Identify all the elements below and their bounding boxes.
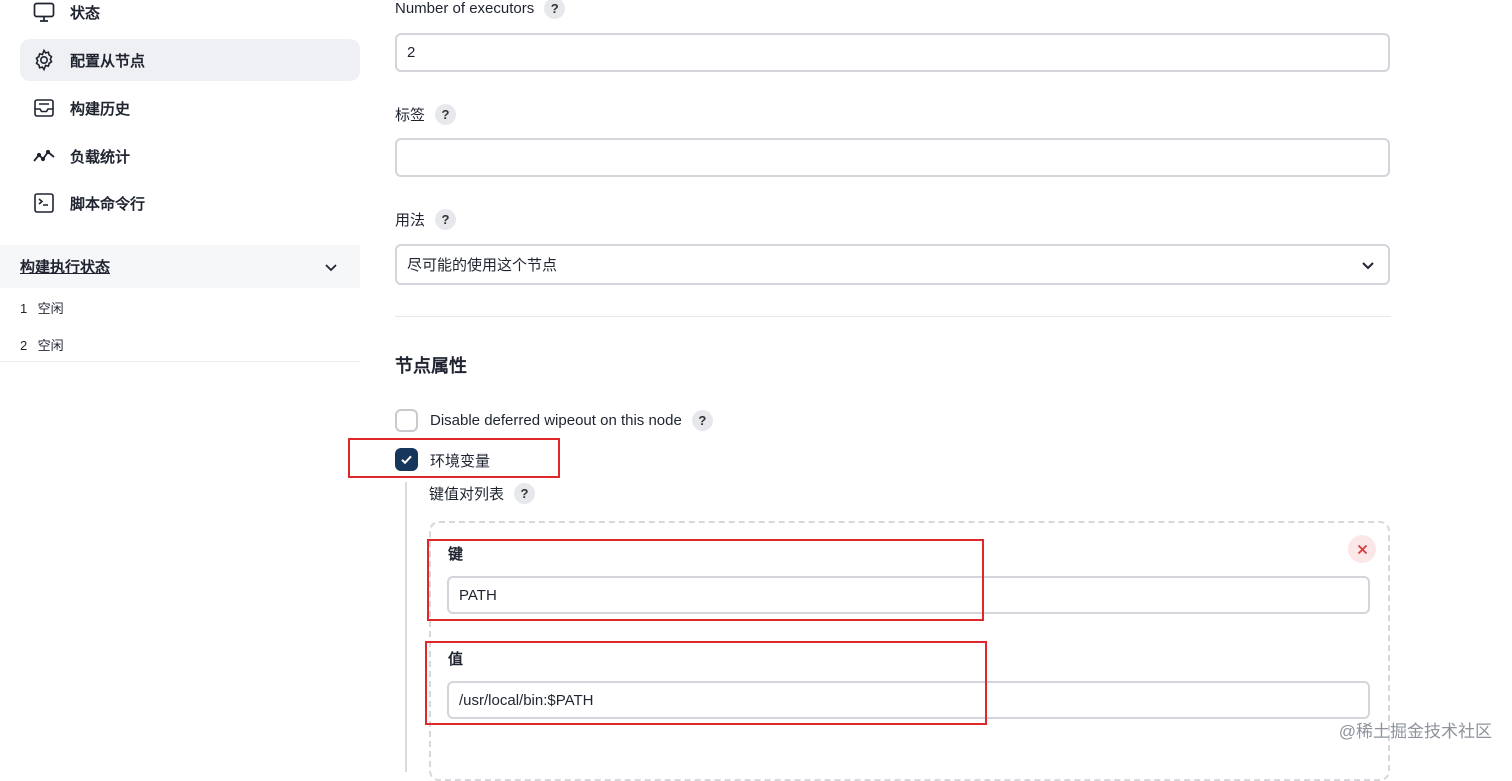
remove-entry-button[interactable] — [1348, 535, 1376, 563]
labels-label: 标签 ? — [395, 104, 457, 125]
labels-input[interactable] — [395, 138, 1390, 177]
help-icon[interactable]: ? — [514, 483, 536, 504]
executor-number: 1 — [20, 301, 28, 316]
executor-row: 2 空闲 — [20, 335, 64, 354]
gear-icon — [35, 48, 53, 72]
executors-input[interactable] — [395, 33, 1390, 72]
highlight-box — [425, 641, 987, 725]
kv-list-label-text: 键值对列表 — [429, 486, 505, 503]
help-icon[interactable]: ? — [691, 410, 713, 431]
usage-select[interactable]: 尽可能的使用这个节点 — [395, 244, 1390, 285]
close-icon — [1357, 544, 1367, 554]
sidebar-item-label: 脚本命令行 — [70, 195, 146, 213]
help-icon[interactable]: ? — [544, 0, 566, 19]
executor-status-header[interactable]: 构建执行状态 — [0, 245, 360, 288]
sidebar-item-label: 负载统计 — [70, 148, 131, 166]
executor-state: 空闲 — [37, 301, 64, 316]
inbox-icon — [34, 99, 54, 117]
terminal-icon — [34, 193, 54, 213]
sidebar-item-script-console[interactable]: 脚本命令行 — [20, 182, 360, 224]
sidebar-item-build-history[interactable]: 构建历史 — [20, 87, 360, 129]
sidebar-item-label: 状态 — [70, 4, 101, 22]
sidebar-divider — [0, 361, 360, 362]
disable-wipeout-label: Disable deferred wipeout on this node ? — [430, 410, 713, 431]
executor-number: 2 — [20, 338, 28, 353]
chevron-down-icon — [1362, 262, 1374, 270]
executors-label-text: Number of executors — [395, 0, 535, 17]
disable-wipeout-label-text: Disable deferred wipeout on this node — [430, 412, 682, 429]
usage-label: 用法 ? — [395, 209, 457, 230]
sidebar-item-status[interactable]: 状态 — [20, 0, 360, 33]
highlight-box — [348, 438, 560, 478]
executors-label: Number of executors ? — [395, 0, 566, 19]
kv-list-label: 键值对列表 ? — [429, 483, 536, 504]
sidebar-item-label: 配置从节点 — [70, 52, 146, 70]
chevron-down-icon[interactable] — [324, 260, 338, 274]
sidebar-item-load-statistics[interactable]: 负载统计 — [20, 135, 360, 177]
section-divider — [395, 316, 1391, 317]
sidebar-item-label: 构建历史 — [70, 100, 131, 118]
highlight-box — [427, 539, 984, 621]
executor-row: 1 空闲 — [20, 298, 64, 317]
help-icon[interactable]: ? — [435, 209, 457, 230]
nesting-line — [405, 482, 407, 772]
node-properties-title: 节点属性 — [395, 356, 467, 376]
monitor-icon — [33, 2, 55, 22]
sidebar-item-configure[interactable]: 配置从节点 — [20, 39, 360, 81]
usage-label-text: 用法 — [395, 212, 426, 229]
trend-line-icon — [33, 149, 55, 162]
executor-state: 空闲 — [37, 338, 64, 353]
labels-label-text: 标签 — [395, 107, 426, 124]
usage-selected-value: 尽可能的使用这个节点 — [407, 257, 558, 274]
disable-wipeout-checkbox[interactable] — [395, 409, 418, 432]
watermark: @稀土掘金技术社区 — [1338, 722, 1492, 741]
help-icon[interactable]: ? — [435, 104, 457, 125]
executor-status-title[interactable]: 构建执行状态 — [20, 256, 324, 277]
